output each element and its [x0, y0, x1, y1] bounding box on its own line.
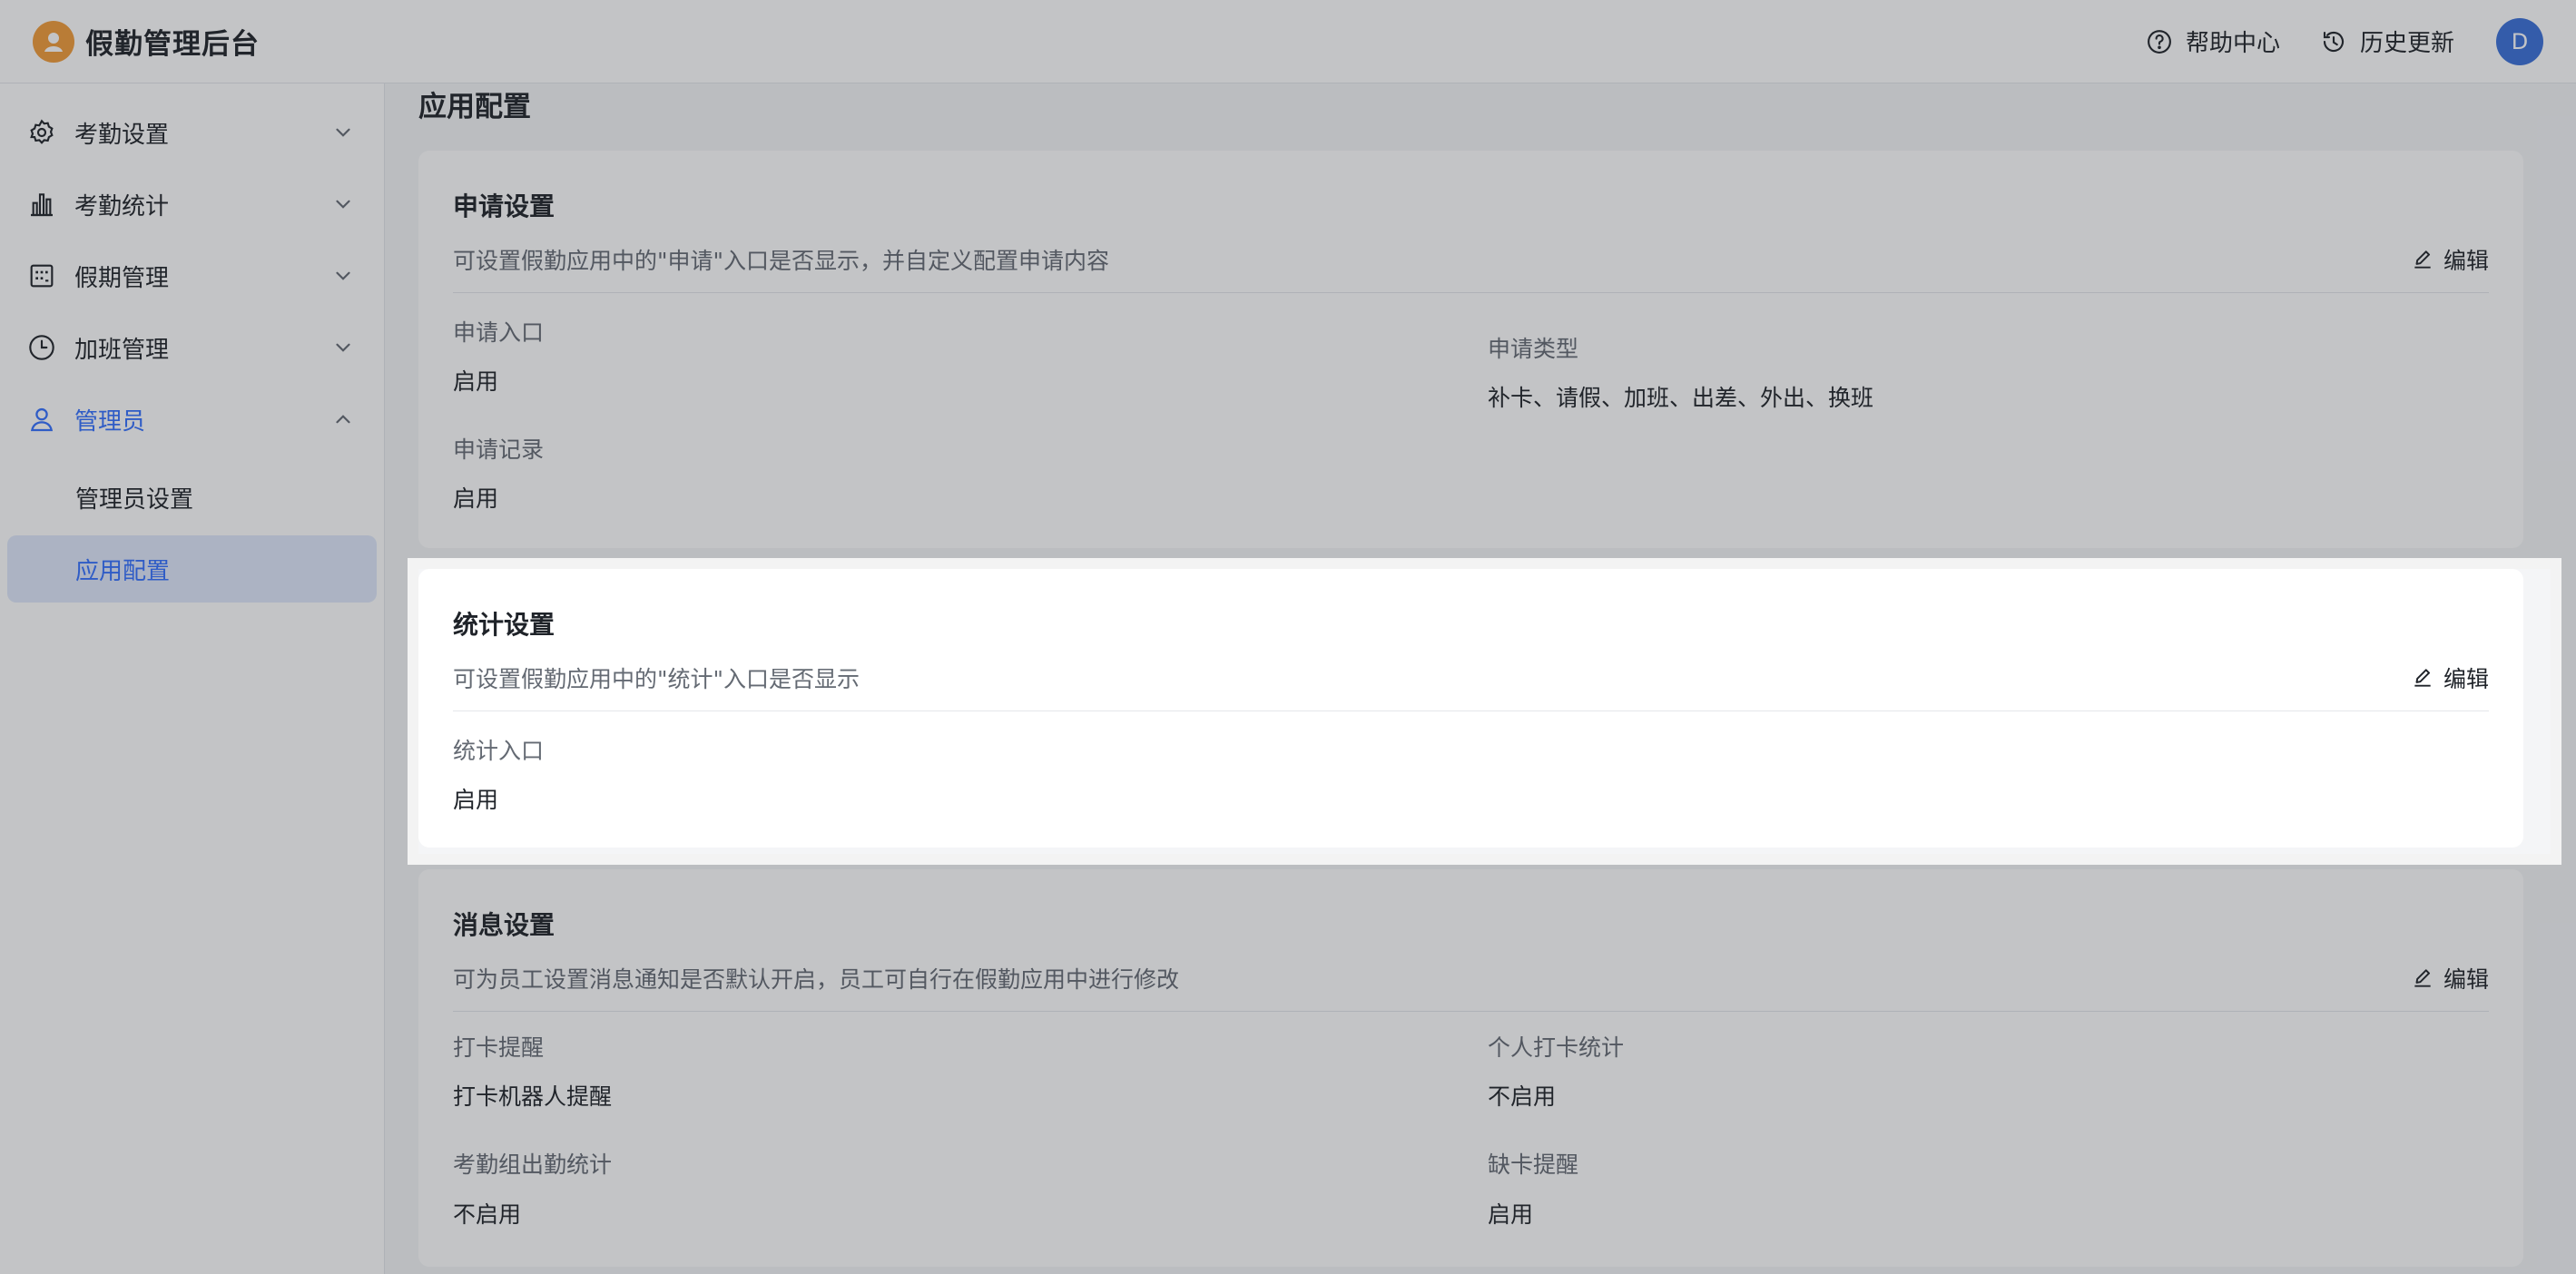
- field-value: 不启用: [1488, 1083, 1557, 1110]
- stats-settings-card: 统计设置 可设置假勤应用中的"统计"入口是否显示 编辑 统计入口 启用: [418, 569, 2523, 848]
- sidebar-item-leave-management[interactable]: 假期管理: [7, 249, 377, 303]
- help-center-label: 帮助中心: [2185, 30, 2280, 57]
- dim-overlay-right: [2561, 558, 2576, 865]
- edit-button[interactable]: 编辑: [2411, 662, 2489, 694]
- user-avatar[interactable]: D: [2496, 17, 2543, 65]
- field-value: 启用: [453, 787, 499, 813]
- bar-chart-icon: [31, 193, 53, 217]
- history-update-label: 历史更新: [2359, 30, 2454, 57]
- chevron-up-icon: [336, 415, 350, 424]
- card-title: 申请设置: [453, 191, 556, 221]
- card-description: 可设置假勤应用中的"申请"入口是否显示，并自定义配置申请内容: [453, 248, 1110, 274]
- message-settings-card: 消息设置 可为员工设置消息通知是否默认开启，员工可自行在假勤应用中进行修改 编辑…: [418, 869, 2523, 1267]
- field-value: 启用: [1488, 1201, 1534, 1228]
- help-icon: [2148, 29, 2171, 54]
- sidebar-item-admin[interactable]: 管理员: [7, 392, 377, 446]
- field-label: 个人打卡统计: [1488, 1034, 1625, 1061]
- app-title: 假勤管理后台: [85, 28, 260, 61]
- chevron-down-icon: [336, 128, 350, 137]
- edit-icon: [2414, 669, 2431, 687]
- sidebar-item-attendance-stats[interactable]: 考勤统计: [7, 177, 377, 231]
- edit-button[interactable]: 编辑: [2411, 962, 2489, 995]
- sidebar-subitem-label: 管理员设置: [75, 485, 194, 514]
- card-description: 可为员工设置消息通知是否默认开启，员工可自行在假勤应用中进行修改: [453, 966, 1180, 993]
- history-update-link[interactable]: 历史更新: [2320, 24, 2454, 58]
- field-label: 缺卡提醒: [1488, 1152, 1579, 1178]
- card-title: 统计设置: [453, 610, 556, 640]
- sidebar-item-label: 加班管理: [74, 336, 170, 364]
- apply-settings-card: 申请设置 可设置假勤应用中的"申请"入口是否显示，并自定义配置申请内容 编辑 申…: [418, 151, 2523, 548]
- calendar-icon: [30, 264, 54, 288]
- sidebar-item-overtime-management[interactable]: 加班管理: [7, 320, 377, 375]
- card-description: 可设置假勤应用中的"统计"入口是否显示: [453, 666, 860, 692]
- field-value: 补卡、请假、加班、出差、外出、换班: [1488, 385, 1874, 411]
- sidebar: 考勤设置 考勤统计 假期管理 加班管理 管理员 管理员设置 应用配置: [0, 83, 385, 1274]
- gear-icon: [30, 119, 54, 144]
- field-label: 申请类型: [1488, 336, 1579, 362]
- user-icon: [30, 407, 54, 432]
- sidebar-item-label: 考勤设置: [74, 121, 170, 149]
- field-label: 考勤组出勤统计: [453, 1152, 613, 1178]
- chevron-down-icon: [336, 200, 350, 209]
- edit-label: 编辑: [2443, 666, 2489, 692]
- card-title: 消息设置: [453, 910, 556, 940]
- field-value: 启用: [453, 368, 499, 395]
- history-icon: [2323, 31, 2345, 52]
- edit-label: 编辑: [2443, 248, 2489, 274]
- clock-icon: [29, 335, 54, 360]
- field-value: 不启用: [453, 1201, 522, 1228]
- edit-icon: [2414, 250, 2431, 269]
- edit-button[interactable]: 编辑: [2411, 243, 2489, 276]
- sidebar-item-attendance-settings[interactable]: 考勤设置: [7, 105, 377, 160]
- chevron-down-icon: [336, 343, 350, 352]
- field-label: 统计入口: [453, 738, 545, 764]
- field-label: 打卡提醒: [453, 1034, 545, 1061]
- sidebar-item-label: 考勤统计: [74, 192, 170, 220]
- sidebar-subitem-app-config[interactable]: 应用配置: [7, 535, 377, 603]
- sidebar-subitem-admin-settings[interactable]: 管理员设置: [7, 464, 377, 531]
- field-label: 申请入口: [453, 319, 545, 346]
- chevron-down-icon: [336, 271, 350, 280]
- field-label: 申请记录: [453, 436, 545, 463]
- sidebar-item-label: 假期管理: [74, 264, 170, 292]
- page-title: 应用配置: [418, 91, 531, 123]
- brand[interactable]: 假勤管理后台: [33, 20, 260, 63]
- sidebar-subitem-label: 应用配置: [75, 557, 171, 585]
- top-header: 假勤管理后台 帮助中心 历史更新 D: [0, 0, 2576, 83]
- logo-icon: [33, 20, 74, 63]
- field-value: 打卡机器人提醒: [453, 1083, 613, 1110]
- help-center-link[interactable]: 帮助中心: [2146, 24, 2280, 58]
- edit-label: 编辑: [2443, 966, 2489, 993]
- edit-icon: [2414, 969, 2431, 987]
- field-value: 启用: [453, 485, 499, 512]
- sidebar-item-label: 管理员: [74, 407, 146, 436]
